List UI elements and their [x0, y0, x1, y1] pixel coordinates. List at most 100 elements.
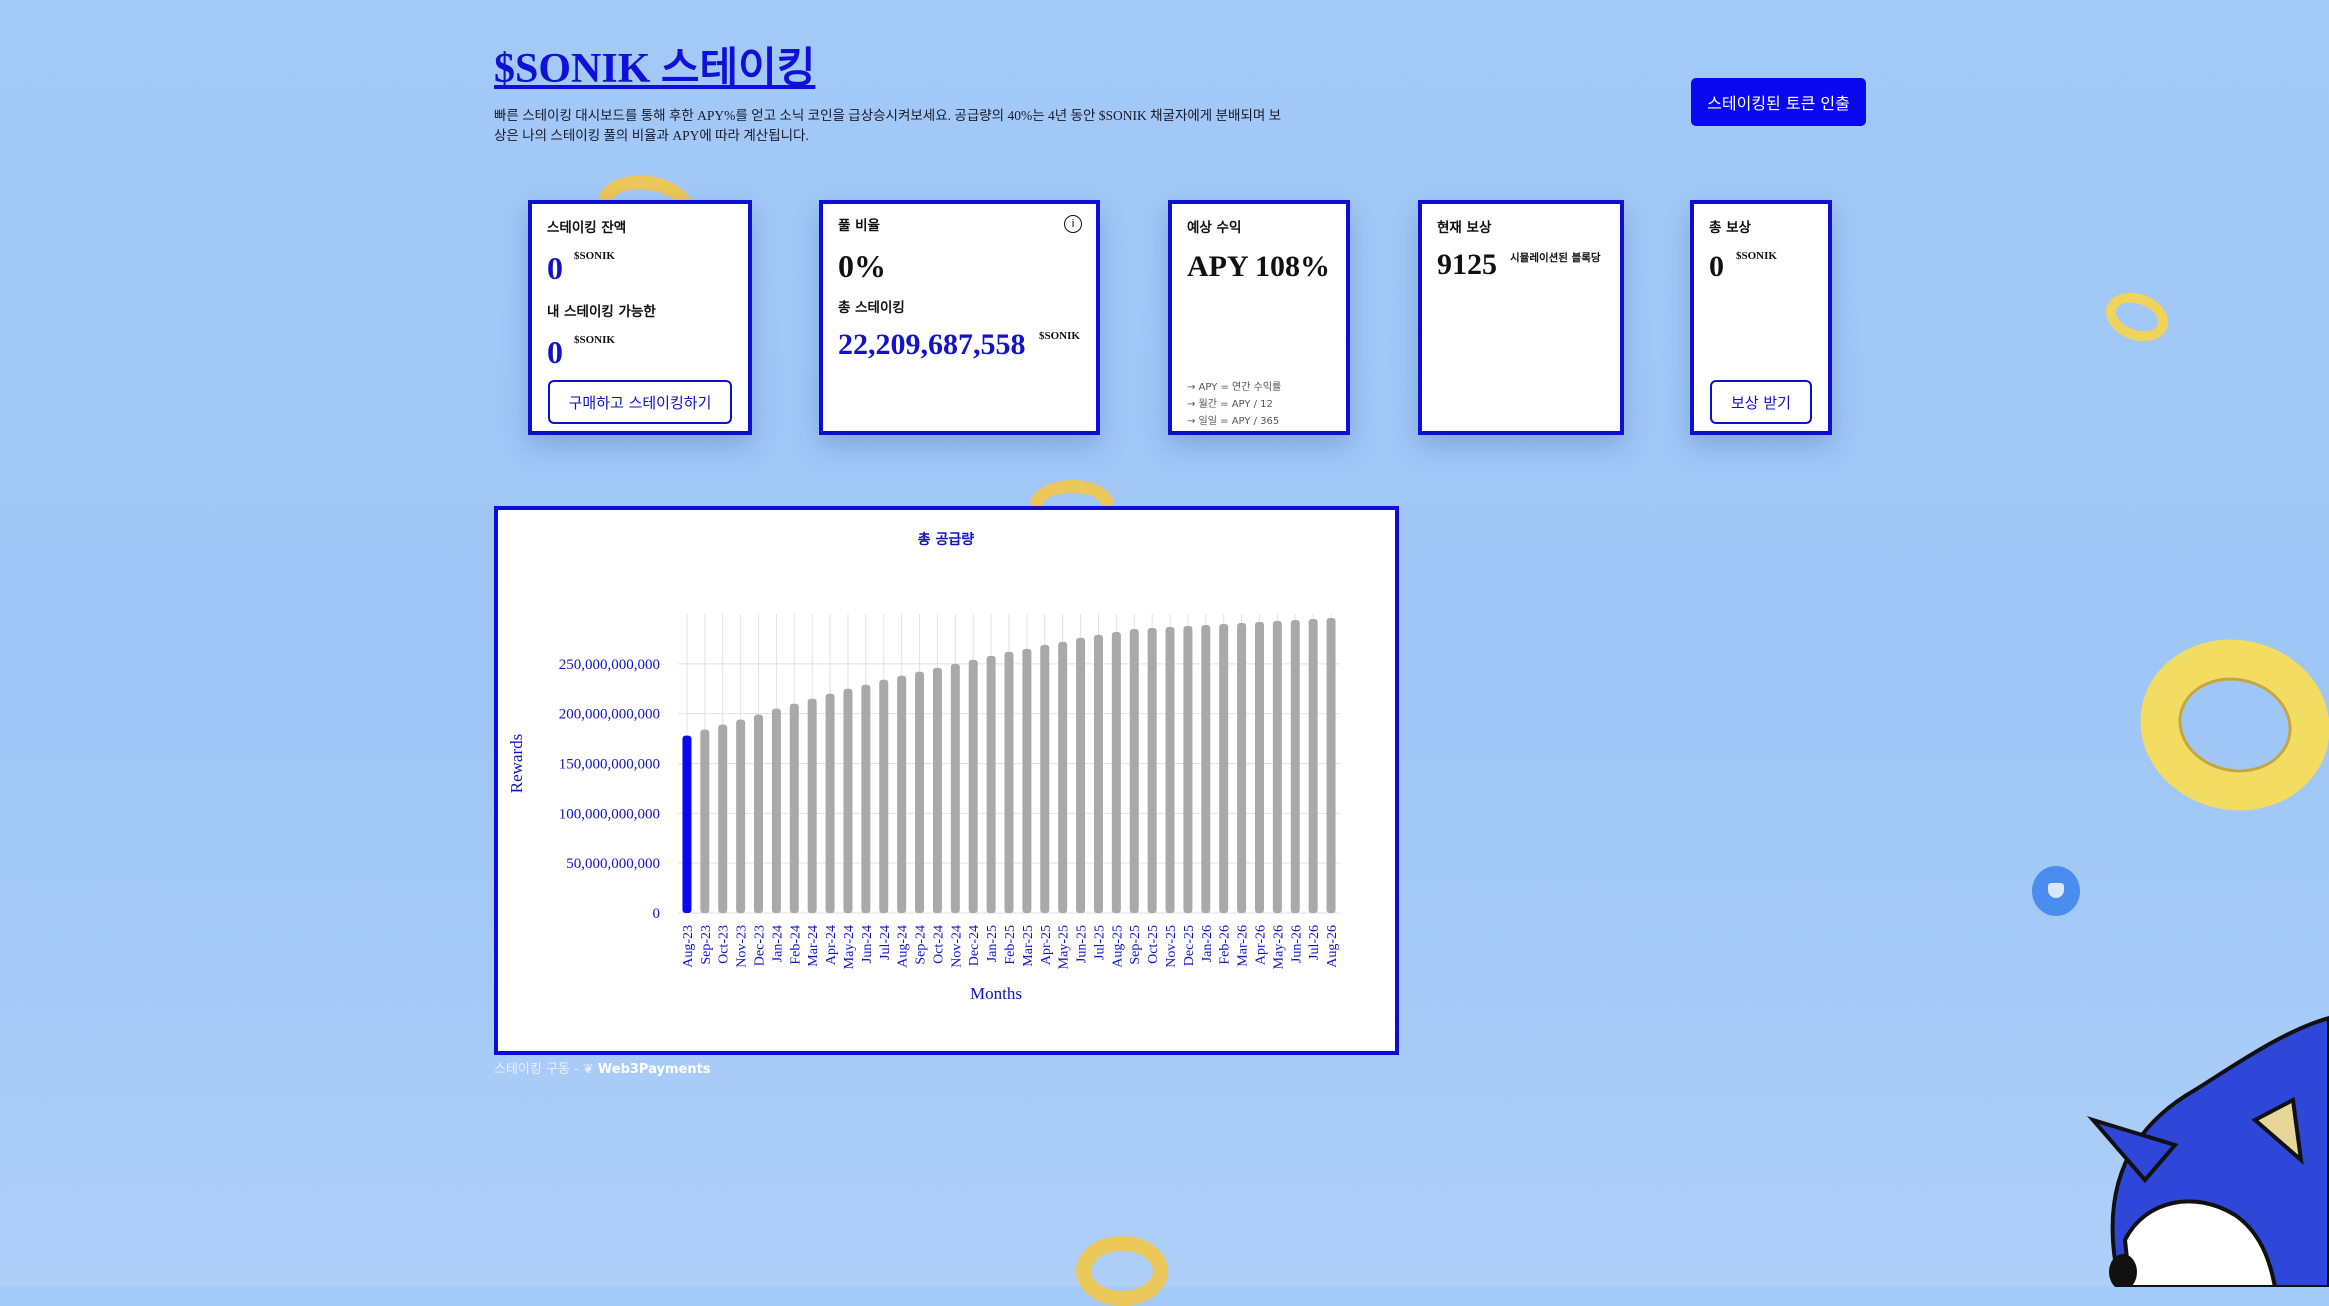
total-reward-card: 총 보상 0 $SONIK 보상 받기 [1690, 200, 1832, 435]
chart-bar [1022, 648, 1032, 913]
chart-bar [932, 667, 942, 913]
y-tick-label: 250,000,000,000 [559, 657, 660, 673]
chart-bar [1183, 625, 1193, 913]
claim-rewards-button[interactable]: 보상 받기 [1710, 380, 1812, 424]
chart-bar [879, 679, 889, 913]
total-supply-chart: 총 공급량 0 50,000,000,000 100,000,000,000 150,0… [507, 532, 1340, 1003]
apy-value: APY 108% [1187, 250, 1331, 283]
x-tick-label: May-25 [1057, 925, 1072, 969]
x-tick-label: Sep-23 [699, 925, 714, 965]
gold-ring-decoration [2099, 284, 2175, 350]
chart-bar [843, 688, 853, 913]
total-reward-label: 총 보상 [1709, 220, 1751, 236]
available-to-stake-label: 내 스테이킹 가능한 [547, 304, 656, 320]
buy-and-stake-button[interactable]: 구매하고 스테이킹하기 [548, 380, 732, 424]
chart-bar [771, 708, 781, 913]
x-tick-label: Aug-24 [896, 925, 911, 968]
info-icon[interactable]: i [1064, 215, 1082, 233]
x-tick-label: Mar-24 [806, 925, 821, 967]
y-tick-label: 150,000,000,000 [559, 757, 660, 773]
y-tick-label: 200,000,000,000 [559, 707, 660, 723]
x-tick-label: Apr-24 [824, 925, 839, 965]
x-tick-label: Jun-26 [1289, 925, 1304, 963]
x-tick-label: Oct-23 [717, 925, 732, 964]
x-tick-label: Jan-24 [770, 925, 785, 962]
page-title[interactable]: $SONIK 스테이킹 [494, 34, 815, 95]
chart-bar [1219, 623, 1229, 913]
expected-earnings-label: 예상 수익 [1187, 220, 1242, 236]
x-tick-label: Apr-25 [1039, 925, 1054, 965]
current-reward-card: 현재 보상 9125 시뮬레이션된 블록당 [1418, 200, 1624, 435]
x-axis-label: Months [970, 984, 1022, 1003]
gold-ring-decoration [2124, 622, 2329, 828]
x-tick-label: Jan-25 [985, 925, 1000, 962]
chart-bar [754, 714, 764, 913]
paw-icon: ❦ [582, 1062, 598, 1077]
footer-brand-link[interactable]: Web3Payments [598, 1062, 711, 1077]
chart-bar [1237, 622, 1247, 913]
x-tick-label: Aug-25 [1110, 925, 1125, 968]
current-reward-unit: 시뮬레이션된 블록당 [1510, 252, 1601, 264]
total-supply-chart-card: 총 공급량 0 50,000,000,000 100,000,000,000 150,0… [494, 506, 1399, 1055]
y-tick-label: 100,000,000,000 [559, 806, 660, 822]
chart-bar [1165, 626, 1175, 913]
x-tick-label: Mar-25 [1021, 925, 1036, 967]
chart-bar [1076, 637, 1086, 913]
chart-bar [1326, 617, 1336, 913]
chart-bar [1201, 624, 1211, 913]
x-tick-label: Feb-24 [788, 925, 803, 965]
footer-prefix: 스테이킹 구동 - [494, 1062, 583, 1077]
chart-bar [1308, 618, 1318, 913]
sonic-character-image [2086, 1015, 2329, 1287]
x-tick-label: Oct-24 [931, 925, 946, 964]
chart-bar [825, 693, 835, 913]
chart-bar [950, 663, 960, 913]
total-staked-value: 22,209,687,558 [838, 328, 1026, 361]
pool-ratio-label: 풀 비율 [838, 218, 880, 234]
total-reward-value: 0 [1709, 250, 1724, 283]
chart-bar [968, 659, 978, 913]
x-tick-label: May-24 [842, 925, 857, 969]
x-tick-label: Feb-25 [1003, 925, 1018, 965]
gold-ring-decoration [1076, 1236, 1168, 1306]
staking-balance-label: 스테이킹 잔액 [547, 220, 627, 236]
expected-earnings-card: 예상 수익 APY 108% → APY = 연간 수익률 → 월간 = APY… [1168, 200, 1350, 435]
x-tick-label: Oct-25 [1146, 925, 1161, 964]
withdraw-staked-tokens-button[interactable]: 스테이킹된 토큰 인출 [1691, 78, 1866, 126]
chat-widget-icon[interactable] [2032, 866, 2080, 916]
total-staked-unit: $SONIK [1039, 330, 1080, 342]
pool-ratio-card: 풀 비율 i 0% 총 스테이킹 22,209,687,558 $SONIK [819, 200, 1100, 435]
x-tick-label: Jun-25 [1075, 925, 1090, 963]
chart-bar [1147, 627, 1157, 913]
chart-bar [986, 655, 996, 913]
chart-bar [1272, 620, 1282, 913]
chart-bar [915, 671, 925, 913]
chart-bar [718, 724, 728, 913]
x-tick-label: Aug-23 [681, 925, 696, 968]
page-description: 빠른 스테이킹 대시보드를 통해 후한 APY%를 얻고 소닉 코인을 급상승시… [494, 108, 1282, 143]
x-tick-label: Mar-26 [1236, 925, 1251, 967]
staking-balance-value: 0 [547, 250, 563, 286]
chart-bar [861, 684, 871, 913]
chart-bar [1040, 644, 1050, 913]
x-tick-label: Apr-26 [1253, 925, 1268, 965]
y-axis-label: Rewards [507, 734, 526, 793]
x-tick-label: Nov-24 [949, 925, 964, 968]
chart-bar [700, 729, 710, 913]
chart-bar [736, 719, 746, 913]
chart-title: 총 공급량 [918, 532, 975, 548]
x-tick-label: Jun-24 [860, 925, 875, 963]
x-tick-label: Nov-25 [1164, 925, 1179, 968]
pool-ratio-value: 0% [838, 248, 886, 284]
current-reward-value: 9125 [1437, 248, 1497, 281]
x-tick-label: Jul-26 [1307, 925, 1322, 960]
x-tick-label: Sep-25 [1128, 925, 1143, 965]
y-tick-label: 0 [653, 906, 661, 922]
apy-note: → APY = 연간 수익률 [1187, 382, 1282, 393]
x-tick-label: Sep-24 [914, 925, 929, 965]
chart-bar [1058, 641, 1068, 913]
chart-bar [1254, 621, 1264, 913]
chart-bar [897, 675, 907, 913]
available-to-stake-unit: $SONIK [574, 334, 615, 346]
x-tick-label: May-26 [1271, 925, 1286, 969]
